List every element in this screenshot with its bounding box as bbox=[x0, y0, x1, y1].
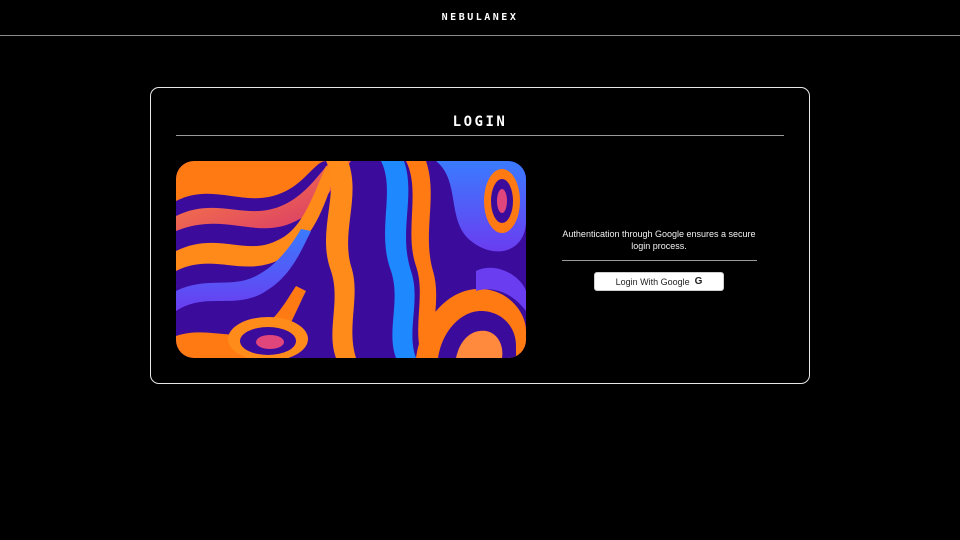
brand-logo-text[interactable]: NEBULANEX bbox=[0, 12, 960, 23]
login-card: LOGIN Authentication through Google ensu… bbox=[150, 87, 810, 384]
auth-divider bbox=[562, 260, 757, 261]
abstract-wave-illustration bbox=[176, 161, 526, 358]
login-with-google-button[interactable]: Login With Google G bbox=[594, 272, 724, 291]
google-button-label: Login With Google bbox=[615, 276, 690, 287]
google-g-icon: G bbox=[694, 275, 703, 287]
auth-description: Authentication through Google ensures a … bbox=[562, 229, 756, 251]
title-divider bbox=[176, 135, 784, 136]
top-bar: NEBULANEX bbox=[0, 0, 960, 36]
page-title: LOGIN bbox=[452, 114, 508, 130]
